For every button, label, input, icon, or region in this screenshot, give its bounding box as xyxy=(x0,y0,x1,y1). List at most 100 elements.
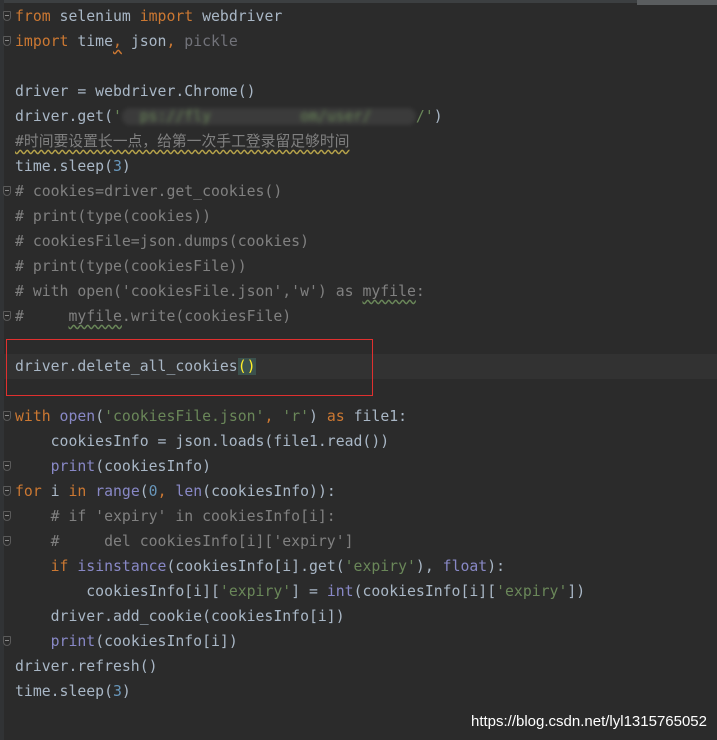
code-token: # del cookiesInfo[i]['expiry'] xyxy=(15,533,354,550)
code-token: as xyxy=(326,408,354,425)
code-token: # with open('cookiesFile.json','w') as xyxy=(15,283,363,300)
code-token: pickle xyxy=(184,33,238,50)
code-token: # print(type(cookiesFile)) xyxy=(15,258,247,275)
code-token: ) xyxy=(309,408,327,425)
code-token: import xyxy=(139,8,194,25)
code-line[interactable]: import time, json, pickle xyxy=(15,29,238,54)
code-token: print xyxy=(50,458,96,475)
code-token: myfile xyxy=(362,283,416,300)
code-line[interactable]: print(cookiesInfo[i]) xyxy=(15,629,238,654)
code-token: # print(type(cookies)) xyxy=(15,208,211,225)
fold-icon[interactable] xyxy=(3,461,11,471)
code-line[interactable]: # print(type(cookies)) xyxy=(15,204,211,229)
code-token: 'expiry' xyxy=(496,583,568,600)
code-token: # cookiesFile=json.dumps(cookies) xyxy=(15,233,309,250)
fold-icon[interactable] xyxy=(3,11,11,21)
code-token: , xyxy=(157,483,176,500)
code-line[interactable]: driver.refresh() xyxy=(15,654,158,679)
code-line[interactable]: from selenium import webdriver xyxy=(15,4,282,29)
fold-icon[interactable] xyxy=(3,536,11,546)
code-token: driver.add_cookie(cookiesInfo[i]) xyxy=(15,608,345,625)
code-line[interactable]: time.sleep(3) xyxy=(15,679,131,704)
code-token: with xyxy=(15,408,60,425)
code-line[interactable]: # myfile.write(cookiesFile) xyxy=(15,304,291,329)
code-line[interactable]: # print(type(cookiesFile)) xyxy=(15,254,247,279)
highlight-box xyxy=(6,339,373,396)
fold-icon[interactable] xyxy=(3,511,11,521)
code-token: , xyxy=(166,33,185,50)
code-token: json xyxy=(121,33,167,50)
code-token: file1: xyxy=(353,408,408,425)
code-token: float xyxy=(442,558,488,575)
code-line[interactable]: with open('cookiesFile.json', 'r') as fi… xyxy=(15,404,407,429)
code-token: time xyxy=(68,33,113,50)
code-line[interactable]: driver = webdriver.Chrome() xyxy=(15,79,256,104)
code-token: i xyxy=(50,483,69,500)
code-token: 'expiry' xyxy=(344,558,416,575)
code-token: webdriver xyxy=(193,8,283,25)
code-token: (cookiesInfo[i]) xyxy=(95,633,238,650)
code-token: # if 'expiry' in cookiesInfo[i]: xyxy=(15,508,336,525)
code-token: 'expiry' xyxy=(219,583,292,600)
code-token: open xyxy=(59,408,96,425)
code-token: ' xyxy=(113,108,122,125)
code-token: in xyxy=(68,483,96,500)
code-line[interactable]: # cookies=driver.get_cookies() xyxy=(15,179,282,204)
fold-icon[interactable] xyxy=(3,486,11,496)
code-line[interactable]: cookiesInfo = json.loads(file1.read()) xyxy=(15,429,390,454)
code-token: #时间要设置长一点，给第一次手工登录留足够时间 xyxy=(15,133,350,150)
fold-icon[interactable] xyxy=(3,36,11,46)
code-token: driver.refresh() xyxy=(15,658,158,675)
fold-icon[interactable] xyxy=(3,186,11,196)
code-line[interactable]: cookiesInfo[i]['expiry'] = int(cookiesIn… xyxy=(15,579,585,604)
code-line[interactable]: driver.add_cookie(cookiesInfo[i]) xyxy=(15,604,345,629)
fold-icon[interactable] xyxy=(3,311,11,321)
code-token: ) xyxy=(121,158,131,175)
code-line[interactable]: print(cookiesInfo) xyxy=(15,454,211,479)
code-token: , xyxy=(264,408,283,425)
code-token: import xyxy=(15,33,69,50)
code-token: 3 xyxy=(113,158,122,175)
code-token: 3 xyxy=(113,683,122,700)
code-token: # xyxy=(15,308,69,325)
code-line[interactable]: if isinstance(cookiesInfo[i].get('expiry… xyxy=(15,554,505,579)
code-token: if xyxy=(50,558,78,575)
code-token: driver = webdriver.Chrome() xyxy=(15,83,256,100)
code-token: # cookies=driver.get_cookies() xyxy=(15,183,283,200)
watermark: https://blog.csdn.net/lyl1315765052 xyxy=(470,713,707,730)
code-token: from xyxy=(15,8,51,25)
code-line[interactable]: for i in range(0, len(cookiesInfo)): xyxy=(15,479,336,504)
code-token: ( xyxy=(95,408,105,425)
code-token: cookiesInfo = json.loads(file1.read()) xyxy=(15,433,390,450)
code-token: isinstance xyxy=(77,558,167,575)
code-token: print xyxy=(50,633,96,650)
code-line[interactable]: # with open('cookiesFile.json','w') as m… xyxy=(15,279,425,304)
code-line[interactable]: time.sleep(3) xyxy=(15,154,131,179)
code-token: cookiesInfo[i][ xyxy=(15,583,220,600)
redacted-url: ps://fly om/user/ xyxy=(121,108,416,125)
code-token: int xyxy=(326,583,354,600)
fold-icon[interactable] xyxy=(3,411,11,421)
code-token: 'cookiesFile.json' xyxy=(104,408,265,425)
code-token: (cookiesInfo) xyxy=(95,458,211,475)
code-token: myfile xyxy=(68,308,122,325)
code-token: range xyxy=(95,483,140,500)
code-line[interactable]: #时间要设置长一点，给第一次手工登录留足够时间 xyxy=(15,129,349,154)
code-token: , xyxy=(113,33,122,50)
code-token: ( xyxy=(139,483,149,500)
code-token: ]) xyxy=(567,583,586,600)
code-token: 0 xyxy=(148,483,158,500)
code-line[interactable]: # if 'expiry' in cookiesInfo[i]: xyxy=(15,504,336,529)
code-line[interactable]: driver.get(' ps://fly om/user/ /') xyxy=(15,104,443,129)
code-token: time.sleep( xyxy=(15,683,113,700)
code-token: ] = xyxy=(291,583,327,600)
code-line[interactable]: # del cookiesInfo[i]['expiry'] xyxy=(15,529,354,554)
code-token: : xyxy=(415,283,425,300)
code-token: ) xyxy=(433,108,443,125)
code-token: ), xyxy=(415,558,443,575)
code-line[interactable]: # cookiesFile=json.dumps(cookies) xyxy=(15,229,309,254)
fold-icon[interactable] xyxy=(3,636,11,646)
code-token: 'r' xyxy=(282,408,310,425)
